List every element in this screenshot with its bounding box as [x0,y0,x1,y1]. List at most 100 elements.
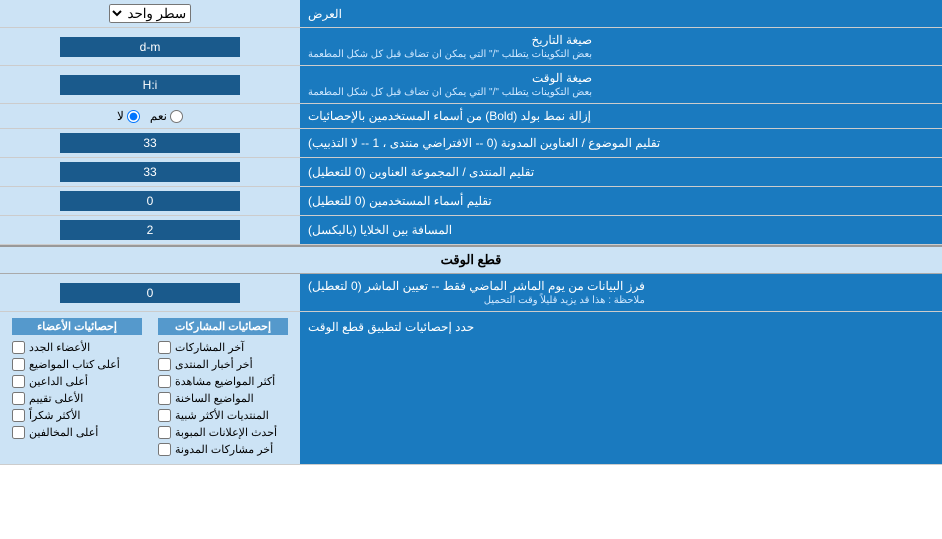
checkboxes-label: حدد إحصائيات لتطبيق قطع الوقت [300,312,942,464]
remove-bold-radio-cell: نعم لا [0,104,300,128]
trim-users-label-text: تقليم أسماء المستخدمين (0 للتعطيل) [308,194,492,208]
space-cells-input-cell [0,216,300,244]
radio-no-label[interactable]: لا [117,109,140,123]
check-similar-forums-input[interactable] [158,409,171,422]
space-cells-row: المسافة بين الخلايا (بالبكسل) [0,216,942,245]
space-cells-input[interactable] [60,220,240,240]
check-top-posters-input[interactable] [12,358,25,371]
time-format-input[interactable] [60,75,240,95]
radio-no-text: لا [117,109,124,123]
check-top-posters-label: أعلى كتاب المواضيع [29,358,120,371]
check-last-noted-label: أخر مشاركات المدونة [175,443,273,456]
time-format-sublabel: بعض التكوينات يتطلب "/" التي يمكن ان تضا… [308,87,592,98]
time-format-label-text: صيغة الوقت [308,71,592,85]
checkboxes-col2: إحصائيات الأعضاء الأعضاء الجدد أعلى كتاب… [4,316,150,460]
cutoff-section-header: قطع الوقت [0,245,942,274]
check-new-members-input[interactable] [12,341,25,354]
check-similar-forums: المنتديات الأكثر شبية [158,407,288,424]
check-top-donors: أعلى الداعين [12,373,142,390]
trim-forum-label: تقليم المنتدى / المجموعة العناوين (0 للت… [300,158,942,186]
checkboxes-col1: إحصائيات المشاركات آخر المشاركات أخر أخب… [150,316,296,460]
cutoff-days-label: فرز البيانات من يوم الماشر الماضي فقط --… [300,274,942,311]
check-top-visitors-input[interactable] [12,426,25,439]
col2-title: إحصائيات الأعضاء [12,318,142,335]
trim-forum-input[interactable] [60,162,240,182]
check-most-viewed: أكثر المواضيع مشاهدة [158,373,288,390]
trim-users-row: تقليم أسماء المستخدمين (0 للتعطيل) [0,187,942,216]
cutoff-days-label-text: فرز البيانات من يوم الماشر الماضي فقط --… [308,279,645,293]
radio-yes-label[interactable]: نعم [150,109,183,123]
trim-subject-input[interactable] [60,133,240,153]
check-top-donors-input[interactable] [12,375,25,388]
remove-bold-row: إزالة نمط بولد (Bold) من أسماء المستخدمي… [0,104,942,129]
check-top-posters: أعلى كتاب المواضيع [12,356,142,373]
check-top-rated: الأعلى تقييم [12,390,142,407]
trim-subject-row: تقليم الموضوع / العناوين المدونة (0 -- ا… [0,129,942,158]
radio-yes[interactable] [170,110,183,123]
space-cells-label: المسافة بين الخلايا (بالبكسل) [300,216,942,244]
display-dropdown[interactable]: سطر واحد سطران ثلاثة أسطر [109,4,191,23]
radio-yes-text: نعم [150,109,167,123]
check-forum-news-input[interactable] [158,358,171,371]
time-format-label: صيغة الوقت بعض التكوينات يتطلب "/" التي … [300,66,942,103]
trim-users-input[interactable] [60,191,240,211]
check-new-members: الأعضاء الجدد [12,339,142,356]
cutoff-days-input-cell [0,274,300,311]
display-label-text: العرض [308,7,342,21]
date-format-input[interactable] [60,37,240,57]
check-top-donors-label: أعلى الداعين [29,375,88,388]
cutoff-days-sublabel: ملاحظة : هذا قد يزيد قليلاً وقت التحميل [308,295,645,306]
check-forum-news: أخر أخبار المنتدى [158,356,288,373]
display-label: العرض [300,0,942,27]
checkboxes-container: إحصائيات المشاركات آخر المشاركات أخر أخب… [0,312,300,464]
date-format-label: صيغة التاريخ بعض التكوينات يتطلب "/" الت… [300,28,942,65]
check-last-posts-input[interactable] [158,341,171,354]
checkboxes-label-text: حدد إحصائيات لتطبيق قطع الوقت [308,320,474,334]
check-hot-topics-input[interactable] [158,392,171,405]
cutoff-title-text: قطع الوقت [441,252,502,267]
date-format-sublabel: بعض التكوينات يتطلب "/" التي يمكن ان تضا… [308,49,592,60]
remove-bold-label-text: إزالة نمط بولد (Bold) من أسماء المستخدمي… [308,109,591,123]
date-format-input-cell [0,28,300,65]
checkboxes-row: حدد إحصائيات لتطبيق قطع الوقت إحصائيات ا… [0,312,942,465]
trim-subject-input-cell [0,129,300,157]
check-most-viewed-input[interactable] [158,375,171,388]
check-most-viewed-label: أكثر المواضيع مشاهدة [175,375,275,388]
trim-subject-label: تقليم الموضوع / العناوين المدونة (0 -- ا… [300,129,942,157]
remove-bold-label: إزالة نمط بولد (Bold) من أسماء المستخدمي… [300,104,942,128]
check-last-noted-input[interactable] [158,443,171,456]
checkboxes-grid: إحصائيات المشاركات آخر المشاركات أخر أخب… [4,316,296,460]
check-top-visitors: أعلى المخالفين [12,424,142,441]
check-last-posts: آخر المشاركات [158,339,288,356]
display-input-cell: سطر واحد سطران ثلاثة أسطر [0,0,300,27]
trim-subject-label-text: تقليم الموضوع / العناوين المدونة (0 -- ا… [308,136,660,150]
date-format-label-text: صيغة التاريخ [308,33,592,47]
check-recent-ads: أحدث الإعلانات المبوبة [158,424,288,441]
cutoff-days-input[interactable] [60,283,240,303]
check-top-visitors-label: أعلى المخالفين [29,426,98,439]
check-most-thanks-input[interactable] [12,409,25,422]
check-most-thanks-label: الأكثر شكراً [29,409,80,422]
check-recent-ads-input[interactable] [158,426,171,439]
check-hot-topics: المواضيع الساخنة [158,390,288,407]
time-format-row: صيغة الوقت بعض التكوينات يتطلب "/" التي … [0,66,942,104]
check-hot-topics-label: المواضيع الساخنة [175,392,254,405]
space-cells-label-text: المسافة بين الخلايا (بالبكسل) [308,223,452,237]
time-format-input-cell [0,66,300,103]
trim-forum-label-text: تقليم المنتدى / المجموعة العناوين (0 للت… [308,165,534,179]
check-similar-forums-label: المنتديات الأكثر شبية [175,409,269,422]
radio-no[interactable] [127,110,140,123]
check-most-thanks: الأكثر شكراً [12,407,142,424]
trim-forum-row: تقليم المنتدى / المجموعة العناوين (0 للت… [0,158,942,187]
check-recent-ads-label: أحدث الإعلانات المبوبة [175,426,277,439]
check-top-rated-label: الأعلى تقييم [29,392,83,405]
check-new-members-label: الأعضاء الجدد [29,341,90,354]
cutoff-days-row: فرز البيانات من يوم الماشر الماضي فقط --… [0,274,942,312]
check-last-posts-label: آخر المشاركات [175,341,244,354]
trim-users-input-cell [0,187,300,215]
main-container: العرض سطر واحد سطران ثلاثة أسطر صيغة الت… [0,0,942,465]
check-top-rated-input[interactable] [12,392,25,405]
col1-title: إحصائيات المشاركات [158,318,288,335]
header-row: العرض سطر واحد سطران ثلاثة أسطر [0,0,942,28]
check-forum-news-label: أخر أخبار المنتدى [175,358,253,371]
